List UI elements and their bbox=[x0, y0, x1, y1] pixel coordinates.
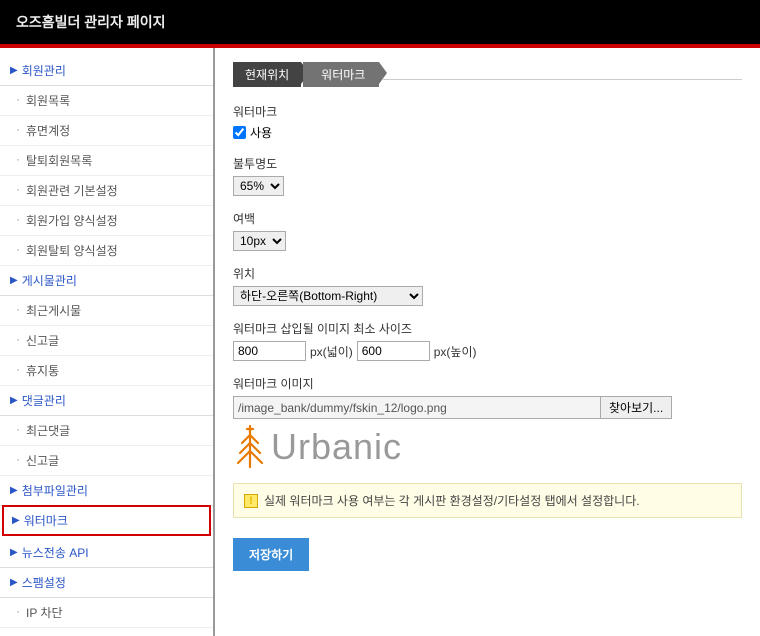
sidebar-item[interactable]: IP 차단 bbox=[0, 598, 213, 628]
sidebar-section-label: 댓글관리 bbox=[22, 392, 66, 409]
field-watermark: 워터마크 사용 bbox=[233, 103, 742, 141]
position-label: 위치 bbox=[233, 265, 742, 282]
field-minsize: 워터마크 삽입될 이미지 최소 사이즈 px(넓이) px(높이) bbox=[233, 320, 742, 361]
opacity-select[interactable]: 65% bbox=[233, 176, 284, 196]
triangle-icon: ▶ bbox=[10, 395, 18, 406]
admin-header: 오즈홈빌더 관리자 페이지 bbox=[0, 0, 760, 48]
use-checkbox[interactable] bbox=[233, 126, 246, 139]
sidebar-section-label: 첨부파일관리 bbox=[22, 482, 88, 499]
sidebar-item[interactable]: 신고글 bbox=[0, 326, 213, 356]
breadcrumb-page: 워터마크 bbox=[303, 62, 379, 87]
sidebar-section-label: 회원관리 bbox=[22, 62, 66, 79]
image-label: 워터마크 이미지 bbox=[233, 375, 742, 392]
field-opacity: 불투명도 65% bbox=[233, 155, 742, 196]
opacity-label: 불투명도 bbox=[233, 155, 742, 172]
sidebar: ▶ 회원관리회원목록휴면계정탈퇴회원목록회원관련 기본설정회원가입 양식설정회원탈… bbox=[0, 48, 215, 636]
breadcrumb-line bbox=[383, 69, 742, 80]
sidebar-section-label: 워터마크 bbox=[24, 512, 68, 529]
triangle-icon: ▶ bbox=[12, 515, 20, 526]
browse-button[interactable]: 찾아보기... bbox=[600, 396, 672, 419]
triangle-icon: ▶ bbox=[10, 485, 18, 496]
sidebar-item[interactable]: 회원관련 기본설정 bbox=[0, 176, 213, 206]
content: 현재위치 워터마크 워터마크 사용 불투명도 65% 여백 10px 위치 bbox=[215, 48, 760, 636]
sidebar-section-label: 스팸설정 bbox=[22, 574, 66, 591]
notice: ! 실제 워터마크 사용 여부는 각 게시판 환경설정/기타설정 탭에서 설정합… bbox=[233, 483, 742, 518]
watermark-label: 워터마크 bbox=[233, 103, 742, 120]
triangle-icon: ▶ bbox=[10, 275, 18, 286]
breadcrumb: 현재위치 워터마크 bbox=[233, 62, 742, 87]
save-button[interactable]: 저장하기 bbox=[233, 538, 309, 571]
field-margin: 여백 10px bbox=[233, 210, 742, 251]
sidebar-section-header[interactable]: ▶ 댓글관리 bbox=[0, 386, 213, 416]
sidebar-section-header[interactable]: ▶ 회원관리 bbox=[0, 56, 213, 86]
sidebar-section-header[interactable]: ▶ 첨부파일관리 bbox=[0, 476, 213, 506]
sidebar-item[interactable]: 회원목록 bbox=[0, 86, 213, 116]
sidebar-item[interactable]: 회원가입 양식설정 bbox=[0, 206, 213, 236]
logo-text: Urbanic bbox=[271, 426, 402, 468]
image-path-input[interactable] bbox=[233, 396, 601, 419]
sidebar-section-header[interactable]: ▶ 게시물관리 bbox=[0, 266, 213, 296]
minsize-label: 워터마크 삽입될 이미지 최소 사이즈 bbox=[233, 320, 742, 337]
sidebar-item[interactable]: 탈퇴회원목록 bbox=[0, 146, 213, 176]
height-unit: px(높이) bbox=[434, 343, 477, 360]
field-position: 위치 하단-오른쪽(Bottom-Right) bbox=[233, 265, 742, 306]
sidebar-section-label: 게시물관리 bbox=[22, 272, 77, 289]
warning-icon: ! bbox=[244, 494, 258, 508]
sidebar-item[interactable]: 휴지통 bbox=[0, 356, 213, 386]
sidebar-section-header[interactable]: ▶ 워터마크 bbox=[2, 505, 211, 536]
sidebar-section-header[interactable]: ▶ 뉴스전송 API bbox=[0, 538, 213, 568]
triangle-icon: ▶ bbox=[10, 547, 18, 558]
sidebar-section-label: 뉴스전송 API bbox=[22, 544, 89, 561]
triangle-icon: ▶ bbox=[10, 65, 18, 76]
sidebar-item[interactable]: 최근게시물 bbox=[0, 296, 213, 326]
page-title: 오즈홈빌더 관리자 페이지 bbox=[16, 12, 744, 32]
main-container: ▶ 회원관리회원목록휴면계정탈퇴회원목록회원관련 기본설정회원가입 양식설정회원탈… bbox=[0, 48, 760, 636]
height-input[interactable] bbox=[357, 341, 430, 361]
tree-icon bbox=[233, 425, 267, 469]
width-unit: px(넓이) bbox=[310, 343, 353, 360]
logo-preview: Urbanic bbox=[233, 425, 742, 469]
sidebar-item[interactable]: 신고글 bbox=[0, 446, 213, 476]
sidebar-item[interactable]: 휴면계정 bbox=[0, 116, 213, 146]
width-input[interactable] bbox=[233, 341, 306, 361]
field-image: 워터마크 이미지 찾아보기... bbox=[233, 375, 742, 469]
notice-text: 실제 워터마크 사용 여부는 각 게시판 환경설정/기타설정 탭에서 설정합니다… bbox=[264, 492, 640, 509]
position-select[interactable]: 하단-오른쪽(Bottom-Right) bbox=[233, 286, 423, 306]
breadcrumb-current: 현재위치 bbox=[233, 62, 301, 87]
margin-select[interactable]: 10px bbox=[233, 231, 286, 251]
margin-label: 여백 bbox=[233, 210, 742, 227]
sidebar-item[interactable]: 최근댓글 bbox=[0, 416, 213, 446]
sidebar-item[interactable]: 회원탈퇴 양식설정 bbox=[0, 236, 213, 266]
use-label: 사용 bbox=[250, 124, 272, 141]
triangle-icon: ▶ bbox=[10, 577, 18, 588]
